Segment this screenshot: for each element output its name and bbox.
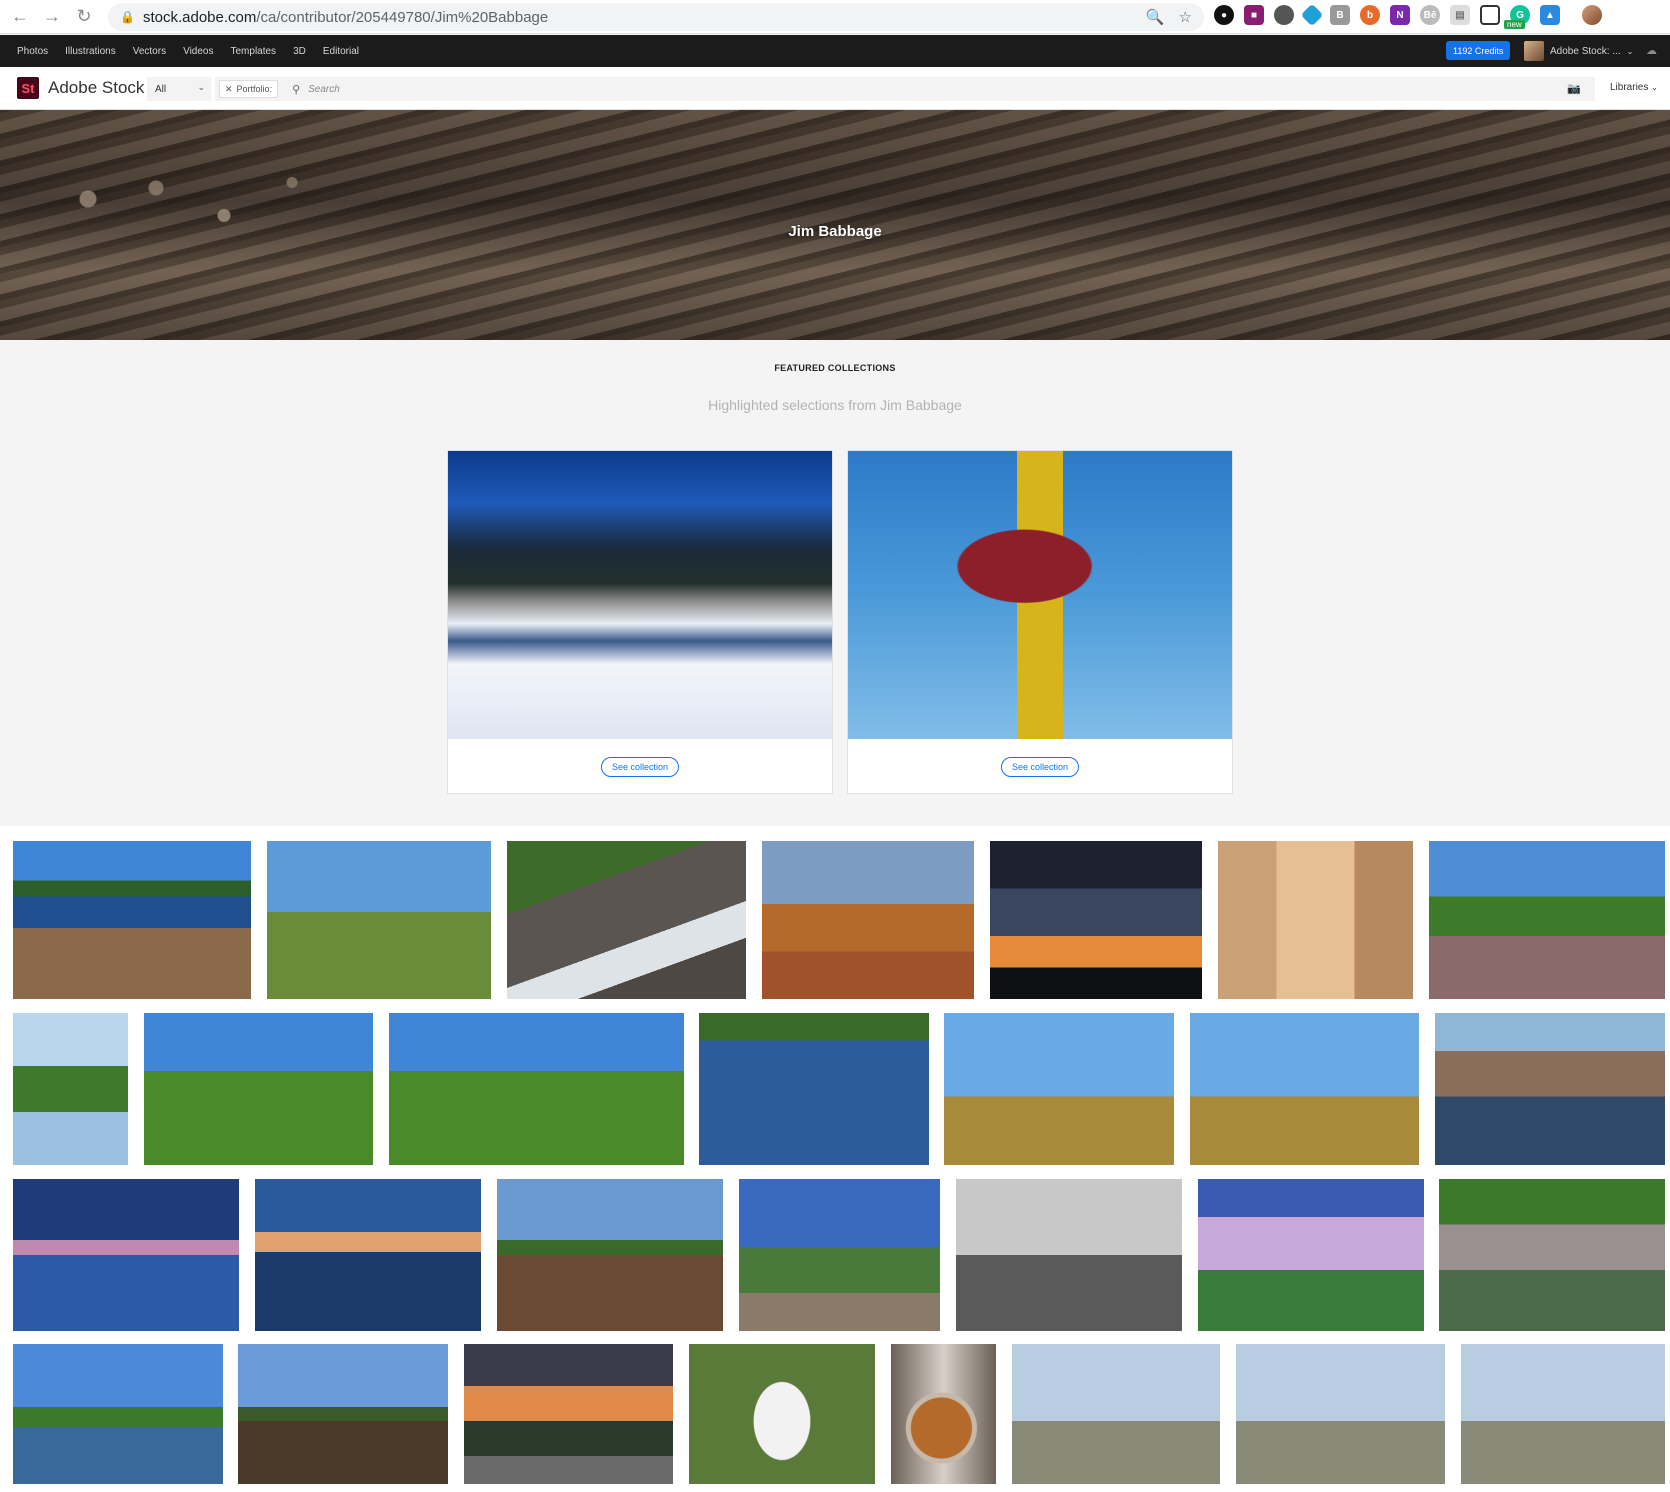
nav-3d[interactable]: 3D [293,46,306,57]
nav-vectors[interactable]: Vectors [133,46,166,57]
search-icon: ⚲ [292,83,301,96]
search-field[interactable]: ✕ Portfolio: ⚲ Search 📷 [215,77,1595,101]
avatar [1524,41,1544,61]
see-collection-button[interactable]: See collection [600,757,680,777]
photo-thumbnail[interactable] [497,1179,723,1331]
featured-heading: FEATURED COLLECTIONS [774,363,896,373]
asset-type-value: All [155,83,167,95]
see-collection-button[interactable]: See collection [1000,757,1080,777]
collection-cover-image[interactable] [848,451,1232,739]
window-extension-icon[interactable] [1480,5,1500,25]
hero-background-image [20,155,360,265]
contributor-name: Jim Babbage [788,223,882,240]
stock-logo-icon: St [17,77,39,99]
zoom-icon[interactable]: 🔍 [1146,8,1165,26]
photo-thumbnail[interactable] [956,1179,1182,1331]
behance-extension-icon[interactable]: Bē [1420,5,1440,25]
photo-thumbnail[interactable] [13,1344,223,1484]
search-header: St Adobe Stock All ⌄ ✕ Portfolio: ⚲ Sear… [0,67,1670,110]
photo-thumbnail[interactable] [507,841,746,999]
brand-name: Adobe Stock [48,78,145,97]
circle-extension-icon[interactable] [1274,5,1294,25]
photo-thumbnail[interactable] [1198,1179,1424,1331]
portfolio-grid [0,826,1670,1492]
lock-icon: 🔒 [120,10,135,24]
url-host: stock.adobe.com [142,8,257,26]
collection-card[interactable]: See collection [447,450,833,794]
onenote-extension-icon[interactable]: N [1390,5,1410,25]
photo-thumbnail[interactable] [1236,1344,1445,1484]
camera-icon[interactable]: 📷 [1567,82,1581,95]
photo-thumbnail[interactable] [238,1344,448,1484]
chevron-down-icon: ⌄ [1626,46,1634,56]
url-path: /ca/contributor/205449780/Jim%20Babbage [256,8,549,26]
collection-cover-image[interactable] [448,451,832,739]
contributor-hero-banner: Jim Babbage [0,110,1670,340]
photo-thumbnail[interactable] [944,1013,1174,1165]
photo-thumbnail[interactable] [1190,1013,1419,1165]
photo-thumbnail[interactable] [144,1013,373,1165]
featured-subheading: Highlighted selections from Jim Babbage [708,397,962,413]
nav-templates[interactable]: Templates [230,46,276,57]
category-nav: Photos Illustrations Vectors Videos Temp… [0,35,1670,67]
chart-extension-icon[interactable]: ▤ [1450,5,1470,25]
chat-extension-icon[interactable]: ● [1214,5,1234,25]
libraries-label: Libraries [1610,82,1649,93]
chip-label: Portfolio: [236,84,273,94]
photo-thumbnail[interactable] [739,1179,940,1331]
photo-thumbnail[interactable] [464,1344,673,1484]
photo-thumbnail[interactable] [389,1013,684,1165]
account-label: Adobe Stock: ... [1550,45,1621,57]
chevron-down-icon: ⌄ [197,82,205,92]
photo-thumbnail[interactable] [13,1013,128,1165]
search-input[interactable]: Search [308,84,340,95]
libraries-menu[interactable]: Libraries ⌄ [1610,82,1658,93]
back-icon[interactable]: ← [4,1,36,33]
asset-type-select[interactable]: All ⌄ [147,77,211,101]
address-bar[interactable]: 🔒 stock.adobe.com/ca/contributor/2054497… [108,3,1204,31]
collection-card[interactable]: See collection [847,450,1233,794]
nav-photos[interactable]: Photos [17,46,48,57]
nav-editorial[interactable]: Editorial [323,46,359,57]
photo-thumbnail[interactable] [762,841,974,999]
photo-thumbnail[interactable] [1435,1013,1665,1165]
photo-thumbnail[interactable] [689,1344,875,1484]
credits-badge[interactable]: 1192 Credits [1446,41,1511,60]
adobe-stock-logo[interactable]: St Adobe Stock [17,77,144,99]
browser-toolbar: ← → ↻ 🔒 stock.adobe.com/ca/contributor/2… [0,0,1670,34]
new-badge: new [1504,20,1525,29]
photo-thumbnail[interactable] [1012,1344,1220,1484]
forward-icon[interactable]: → [36,1,68,33]
chevron-down-icon: ⌄ [1651,83,1658,92]
photo-thumbnail[interactable] [1439,1179,1665,1331]
bookmark-star-icon[interactable]: ☆ [1179,8,1192,26]
photo-thumbnail[interactable] [267,841,491,999]
photo-thumbnail[interactable] [255,1179,481,1331]
diamond-extension-icon[interactable] [1300,3,1324,27]
orange-extension-icon[interactable]: b [1360,5,1380,25]
purple-extension-icon[interactable]: ■ [1244,5,1264,25]
nav-illustrations[interactable]: Illustrations [65,46,116,57]
creative-cloud-icon[interactable]: ☁ [1646,44,1657,57]
nav-videos[interactable]: Videos [183,46,213,57]
close-icon[interactable]: ✕ [225,84,233,95]
blue-extension-icon[interactable]: ▲ [1540,5,1560,25]
photo-thumbnail[interactable] [891,1344,996,1484]
portfolio-filter-chip[interactable]: ✕ Portfolio: [219,80,279,98]
url-text: stock.adobe.com/ca/contributor/205449780… [143,9,548,26]
photo-thumbnail[interactable] [1461,1344,1665,1484]
profile-avatar-icon[interactable] [1582,5,1602,25]
photo-thumbnail[interactable] [990,841,1202,999]
extensions-bar: ● ■ B b N Bē ▤ G ▲ [1214,3,1602,27]
gray-extension-icon[interactable]: B [1330,5,1350,25]
photo-thumbnail[interactable] [699,1013,929,1165]
photo-thumbnail[interactable] [1429,841,1665,999]
photo-thumbnail[interactable] [13,841,251,999]
photo-thumbnail[interactable] [1218,841,1413,999]
account-menu[interactable]: Adobe Stock: ... ⌄ [1524,41,1633,61]
reload-icon[interactable]: ↻ [68,1,100,33]
photo-thumbnail[interactable] [13,1179,239,1331]
